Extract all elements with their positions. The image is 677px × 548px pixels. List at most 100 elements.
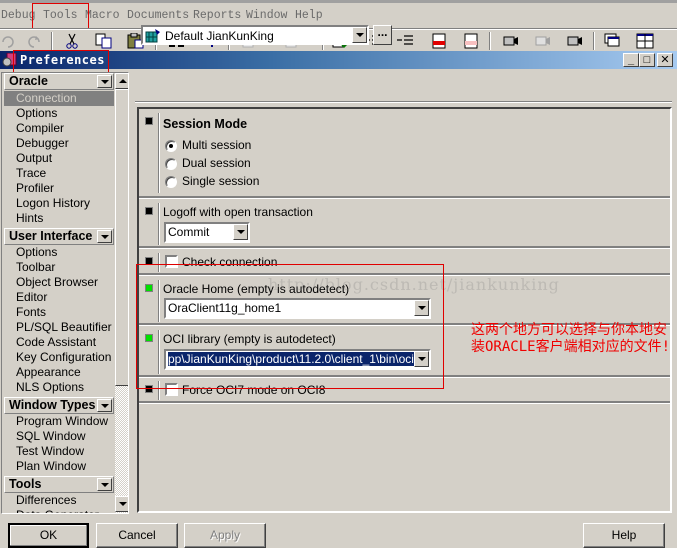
setting-marker-icon bbox=[145, 334, 153, 342]
preferences-icon bbox=[2, 53, 17, 67]
cut-icon[interactable] bbox=[63, 33, 81, 49]
category-tools[interactable]: Tools bbox=[4, 476, 114, 493]
radio-label[interactable]: Multi session bbox=[182, 138, 251, 152]
list-item[interactable]: Toolbar bbox=[4, 260, 114, 275]
list-item[interactable]: Object Browser bbox=[4, 275, 114, 290]
scrollbar-thumb[interactable] bbox=[115, 89, 128, 386]
list-item[interactable]: Editor bbox=[4, 290, 114, 305]
menu-window[interactable]: Window bbox=[246, 9, 287, 22]
list-item-connection[interactable]: Connection bbox=[4, 91, 114, 106]
check-connection-label[interactable]: Check connection bbox=[182, 255, 277, 269]
menu-reports[interactable]: Reports bbox=[193, 9, 241, 22]
cascade-windows-icon[interactable] bbox=[604, 33, 622, 49]
radio-single-session[interactable] bbox=[165, 176, 177, 188]
list-item[interactable]: PL/SQL Beautifier bbox=[4, 320, 114, 335]
maximize-button[interactable]: □ bbox=[639, 53, 655, 67]
menu-macro[interactable]: Macro bbox=[85, 9, 120, 22]
copy-icon[interactable] bbox=[95, 33, 113, 49]
list-item[interactable]: Plan Window bbox=[4, 459, 114, 474]
help-button[interactable]: Help bbox=[583, 523, 665, 548]
logoff-select[interactable]: Commit bbox=[164, 222, 250, 243]
toolbar-separator bbox=[51, 32, 53, 50]
profile-icon bbox=[145, 29, 160, 43]
scroll-up-icon[interactable] bbox=[115, 73, 128, 89]
list-item[interactable]: Code Assistant bbox=[4, 335, 114, 350]
list-item[interactable]: Data Generator bbox=[4, 508, 114, 513]
force-oci7-label[interactable]: Force OCI7 mode on OCI8 bbox=[182, 383, 325, 397]
logoff-value: Commit bbox=[168, 225, 210, 239]
category-window-types[interactable]: Window Types bbox=[4, 397, 114, 414]
force-oci7-section: Force OCI7 mode on OCI8 bbox=[139, 379, 670, 403]
macro-stop-icon[interactable] bbox=[533, 33, 551, 49]
list-item[interactable]: Logon History bbox=[4, 196, 114, 211]
chevron-down-icon[interactable] bbox=[233, 224, 248, 240]
chevron-down-icon[interactable] bbox=[414, 300, 429, 316]
undo-icon[interactable] bbox=[0, 33, 18, 49]
oracle-home-value: OraClient11g_home1 bbox=[168, 301, 282, 315]
close-button[interactable]: ✕ bbox=[657, 53, 673, 67]
chevron-down-icon[interactable] bbox=[97, 399, 112, 412]
list-item[interactable]: NLS Options bbox=[4, 380, 114, 395]
divider bbox=[158, 280, 160, 322]
chevron-down-icon[interactable] bbox=[414, 351, 429, 367]
macro-record-icon[interactable] bbox=[501, 33, 519, 49]
category-user-interface[interactable]: User Interface bbox=[4, 228, 114, 245]
cancel-button[interactable]: Cancel bbox=[96, 523, 178, 548]
uncomment-icon[interactable] bbox=[461, 33, 479, 49]
list-item[interactable]: Differences bbox=[4, 493, 114, 508]
ok-button[interactable]: OK bbox=[8, 523, 89, 548]
radio-multi-session[interactable] bbox=[165, 140, 177, 152]
radio-label[interactable]: Single session bbox=[182, 174, 259, 188]
chevron-down-icon[interactable] bbox=[97, 478, 112, 491]
list-item[interactable]: Fonts bbox=[4, 305, 114, 320]
list-item[interactable]: Options bbox=[4, 106, 114, 121]
category-label: Oracle bbox=[9, 74, 48, 88]
category-label: Window Types bbox=[9, 398, 96, 412]
chevron-down-icon[interactable] bbox=[97, 230, 112, 243]
apply-button[interactable]: Apply bbox=[184, 523, 266, 548]
redo-icon[interactable] bbox=[24, 33, 42, 49]
list-item[interactable]: Trace bbox=[4, 166, 114, 181]
check-connection-checkbox[interactable] bbox=[165, 255, 178, 268]
session-mode-title: Session Mode bbox=[163, 117, 248, 131]
oci-library-select[interactable]: pp\JianKunKing\product\11.2.0\client_1\b… bbox=[164, 349, 431, 370]
setting-marker-icon bbox=[145, 257, 153, 265]
list-item[interactable]: Hints bbox=[4, 211, 114, 226]
divider bbox=[158, 203, 160, 245]
menu-help[interactable]: Help bbox=[295, 9, 323, 22]
chevron-down-icon[interactable] bbox=[97, 75, 112, 88]
macro-play-icon[interactable] bbox=[565, 33, 583, 49]
list-item[interactable]: Appearance bbox=[4, 365, 114, 380]
radio-dual-session[interactable] bbox=[165, 158, 177, 170]
tile-windows-icon[interactable] bbox=[636, 33, 654, 49]
menu-debug[interactable]: Debug bbox=[1, 9, 36, 22]
list-item[interactable]: Profiler bbox=[4, 181, 114, 196]
list-item[interactable]: Output bbox=[4, 151, 114, 166]
category-oracle[interactable]: Oracle bbox=[4, 73, 114, 90]
divider bbox=[158, 113, 160, 193]
radio-label[interactable]: Dual session bbox=[182, 156, 251, 170]
list-item[interactable]: Compiler bbox=[4, 121, 114, 136]
chevron-down-icon[interactable] bbox=[352, 27, 367, 43]
annotation-note: 这两个地方可以选择与你本地安装ORACLE客户端相对应的文件! bbox=[471, 322, 671, 355]
logoff-section: Logoff with open transaction Commit bbox=[139, 200, 670, 248]
profile-select[interactable]: Default JianKunKing bbox=[141, 25, 369, 45]
list-item[interactable]: Debugger bbox=[4, 136, 114, 151]
menu-tools[interactable]: Tools bbox=[43, 9, 78, 22]
force-oci7-checkbox[interactable] bbox=[165, 383, 178, 396]
list-item[interactable]: Options bbox=[4, 245, 114, 260]
unindent-icon[interactable] bbox=[396, 33, 414, 49]
menu-documents[interactable]: Documents bbox=[127, 9, 189, 22]
list-item[interactable]: Test Window bbox=[4, 444, 114, 459]
scroll-down-icon[interactable] bbox=[115, 496, 128, 512]
dialog-titlebar[interactable]: Preferences _ □ ✕ bbox=[0, 51, 677, 69]
profile-more-button[interactable]: ... bbox=[373, 25, 392, 45]
list-item[interactable]: SQL Window bbox=[4, 429, 114, 444]
list-item[interactable]: Program Window bbox=[4, 414, 114, 429]
comment-icon[interactable] bbox=[429, 33, 447, 49]
category-scrollbar[interactable] bbox=[115, 73, 128, 513]
oracle-home-select[interactable]: OraClient11g_home1 bbox=[164, 298, 431, 319]
minimize-button[interactable]: _ bbox=[623, 53, 639, 67]
connection-settings-panel: Session Mode Multi session Dual session … bbox=[137, 107, 672, 513]
list-item[interactable]: Key Configuration bbox=[4, 350, 114, 365]
